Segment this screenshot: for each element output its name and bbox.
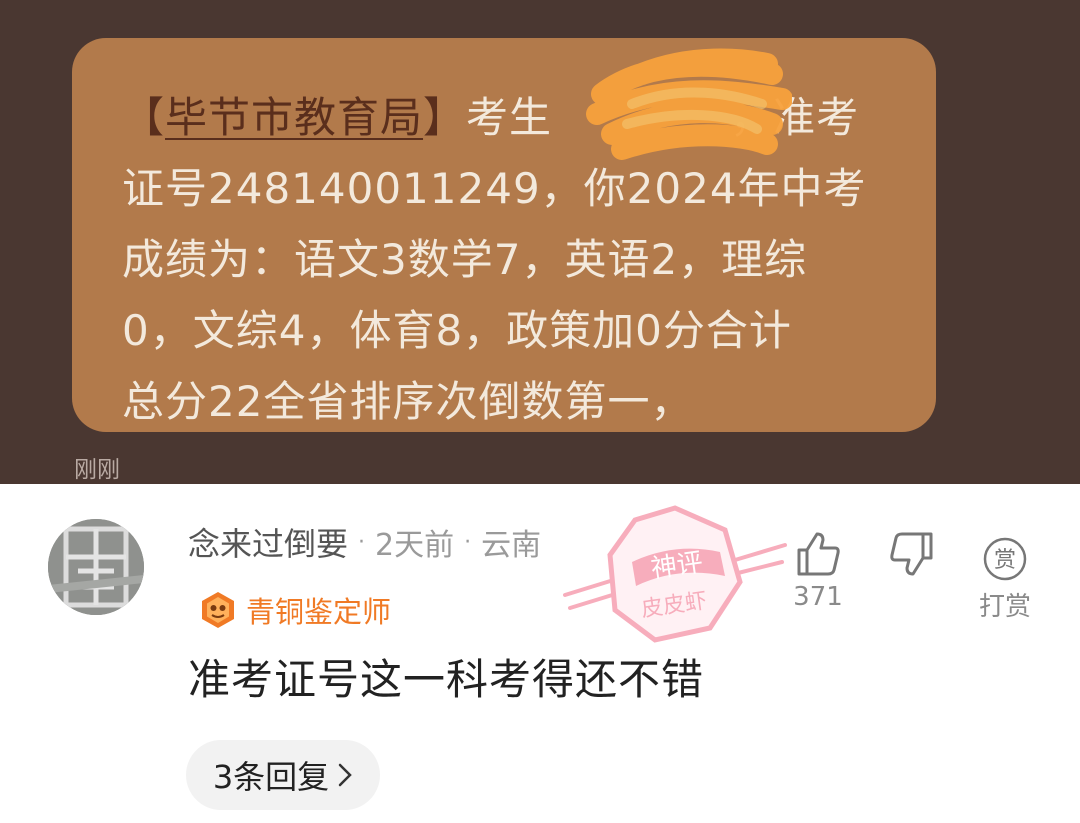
reply-count-label: 3条回复: [212, 758, 330, 796]
reward-label: 打赏: [978, 592, 1031, 622]
dislike-button[interactable]: [880, 530, 944, 578]
like-button[interactable]: 371: [780, 530, 856, 612]
username[interactable]: 念来过倒要: [188, 519, 348, 565]
like-count: 371: [793, 582, 843, 612]
avatar[interactable]: [48, 519, 144, 615]
redaction-scribble: [586, 48, 792, 160]
sms-line-2: 证号248140011249，你2024年中考: [122, 164, 867, 213]
view-replies-button[interactable]: 3条回复: [186, 740, 380, 810]
reward-icon: 赏: [983, 537, 1027, 581]
sms-time: 刚刚: [74, 457, 120, 483]
chevron-right-icon: [338, 763, 352, 787]
avatar-image: [48, 519, 144, 615]
message-screenshot[interactable]: 【毕节市教育局】考生 ，准考 证号248140011249，你2024年中考 成绩…: [0, 0, 1080, 484]
user-badge[interactable]: 青铜鉴定师: [200, 588, 391, 632]
comment-text[interactable]: 准考证号这一科考得还不错: [188, 646, 704, 707]
bronze-badge-icon: [202, 592, 234, 628]
sms-line-5: 总分22全省排序次倒数第一，: [122, 377, 694, 426]
reward-button[interactable]: 赏 打赏: [966, 536, 1044, 623]
comment-header: 念来过倒要 · 2天前 · 云南: [188, 518, 541, 566]
sms-bubble: 【毕节市教育局】考生 ，准考 证号248140011249，你2024年中考 成绩…: [72, 38, 936, 432]
thumbs-down-icon: [890, 532, 933, 576]
thumbs-up-icon: [797, 532, 840, 576]
sms-line-4: 0，文综4，体育8，政策加0分合计: [122, 306, 792, 355]
top-comment-stamp: 神评 皮皮虾: [563, 505, 787, 643]
badge-label: 青铜鉴定师: [246, 595, 392, 629]
comment-time: 2天前: [375, 528, 455, 563]
sms-line-3: 成绩为：语文3数学7，英语2，理综: [122, 235, 808, 284]
sms-sender: 毕节市教育局: [165, 93, 424, 142]
svg-text:赏: 赏: [994, 548, 1016, 573]
comment-location: 云南: [481, 528, 542, 563]
